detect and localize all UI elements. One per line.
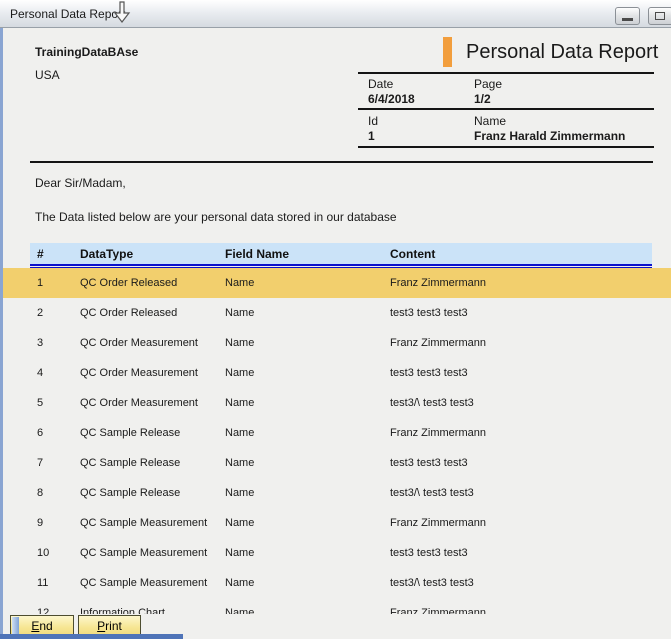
print-button-label: Print [97,619,122,633]
row-content: test3/\ test3 test3 [390,577,474,589]
row-datatype: QC Sample Release [80,427,180,439]
row-datatype: QC Order Measurement [80,367,198,379]
row-number: 11 [37,577,48,589]
end-button-label: End [31,619,52,633]
row-content: test3 test3 test3 [390,307,468,319]
accent-bar [443,37,452,67]
row-datatype: QC Order Measurement [80,337,198,349]
row-field-name: Name [225,307,254,319]
row-content: Franz Zimmermann [390,277,486,289]
row-content: test3 test3 test3 [390,367,468,379]
personal-data-report-window: Personal Data Report TrainingDataBAse US… [0,0,671,639]
table-row[interactable]: 11 QC Sample Measurement Name test3/\ te… [3,568,671,598]
table-header-rule [30,264,652,266]
row-number: 4 [37,367,43,379]
country-label: USA [35,68,60,82]
row-content: Franz Zimmermann [390,427,486,439]
table-row[interactable]: 1 QC Order Released Name Franz Zimmerman… [3,268,671,298]
column-header-num: # [37,247,44,261]
report-title: Personal Data Report [466,41,658,64]
row-content: test3 test3 test3 [390,547,468,559]
date-value: 6/4/2018 [368,92,415,106]
table-row[interactable]: 7 QC Sample Release Name test3 test3 tes… [3,448,671,478]
row-datatype: QC Sample Measurement [80,517,207,529]
maximize-button[interactable] [648,7,671,25]
id-label: Id [368,114,378,128]
row-field-name: Name [225,397,254,409]
row-datatype: QC Order Released [80,307,177,319]
default-button-strip [12,617,19,635]
table-row[interactable]: 9 QC Sample Measurement Name Franz Zimme… [3,508,671,538]
row-number: 8 [37,487,43,499]
row-field-name: Name [225,337,254,349]
row-field-name: Name [225,487,254,499]
intro-text: The Data listed below are your personal … [35,210,397,224]
table-row[interactable]: 6 QC Sample Release Name Franz Zimmerman… [3,418,671,448]
table-row[interactable]: 10 QC Sample Measurement Name test3 test… [3,538,671,568]
row-field-name: Name [225,577,254,589]
table-body: 1 QC Order Released Name Franz Zimmerman… [3,268,671,639]
row-content: Franz Zimmermann [390,517,486,529]
table-header: # DataType Field Name Content [30,243,652,264]
company-name: TrainingDataBAse [35,45,138,59]
row-datatype: QC Order Released [80,277,177,289]
minimize-icon [622,18,633,21]
row-content: test3/\ test3 test3 [390,397,474,409]
column-header-field-name: Field Name [225,247,289,261]
row-datatype: QC Order Measurement [80,397,198,409]
minimize-button[interactable] [615,7,640,25]
row-number: 5 [37,397,43,409]
salutation-text: Dear Sir/Madam, [35,176,126,190]
row-number: 6 [37,427,43,439]
row-number: 10 [37,547,49,559]
row-datatype: QC Sample Measurement [80,547,207,559]
header-divider [30,161,653,163]
row-number: 9 [37,517,43,529]
title-bar: Personal Data Report [0,0,671,28]
page-value: 1/2 [474,92,491,106]
window-bottom-border [0,634,183,639]
row-datatype: QC Sample Measurement [80,577,207,589]
table-row[interactable]: 8 QC Sample Release Name test3/\ test3 t… [3,478,671,508]
row-number: 1 [37,277,43,289]
row-content: test3/\ test3 test3 [390,487,474,499]
row-datatype: QC Sample Release [80,457,180,469]
mouse-cursor-icon [113,1,131,30]
row-field-name: Name [225,517,254,529]
column-header-content: Content [390,247,435,261]
row-number: 7 [37,457,43,469]
id-value: 1 [368,129,375,143]
row-content: Franz Zimmermann [390,337,486,349]
row-number: 3 [37,337,43,349]
table-row[interactable]: 5 QC Order Measurement Name test3/\ test… [3,388,671,418]
meta-rule-middle [358,108,654,110]
page-label: Page [474,77,502,91]
row-datatype: QC Sample Release [80,487,180,499]
date-label: Date [368,77,393,91]
row-field-name: Name [225,277,254,289]
row-content: test3 test3 test3 [390,457,468,469]
window-title: Personal Data Report [10,7,125,21]
row-field-name: Name [225,457,254,469]
meta-rule-top [358,72,654,74]
row-field-name: Name [225,427,254,439]
maximize-icon [655,12,665,20]
table-row[interactable]: 4 QC Order Measurement Name test3 test3 … [3,358,671,388]
meta-rule-bottom [358,146,654,148]
row-field-name: Name [225,367,254,379]
row-number: 2 [37,307,43,319]
table-row[interactable]: 3 QC Order Measurement Name Franz Zimmer… [3,328,671,358]
table-row[interactable]: 2 QC Order Released Name test3 test3 tes… [3,298,671,328]
row-field-name: Name [225,547,254,559]
name-label: Name [474,114,506,128]
column-header-datatype: DataType [80,247,133,261]
name-value: Franz Harald Zimmermann [474,129,625,143]
